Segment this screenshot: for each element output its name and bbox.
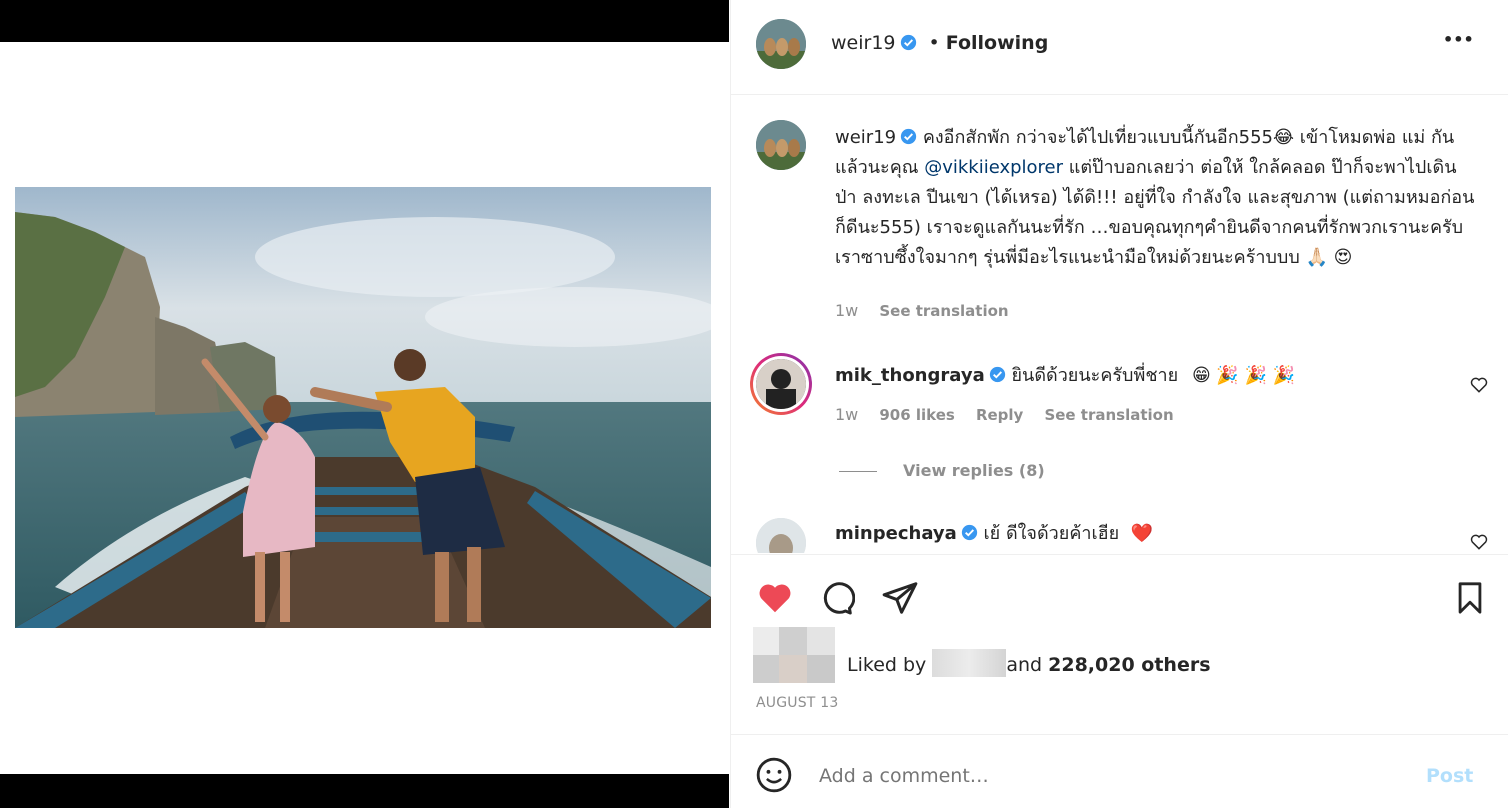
more-icon[interactable]: ••• — [1443, 30, 1474, 49]
replies-line — [839, 471, 877, 472]
and-label: and — [1006, 654, 1043, 676]
comment-username[interactable]: minpechaya — [835, 523, 957, 544]
header-author-line: weir19 • Following — [831, 32, 1048, 54]
comments-scroll-area[interactable]: weir19 คงอีกสักพัก กว่าจะได้ไปเที่ยวแบบน… — [731, 95, 1508, 553]
avatar-image — [756, 120, 806, 170]
heart-outline-icon[interactable] — [1469, 375, 1489, 395]
mention-link[interactable]: @vikkiiexplorer — [924, 157, 1063, 178]
comment-emojis: 😁 🎉 🎉 🎉 — [1191, 365, 1296, 386]
reply-button[interactable]: Reply — [976, 406, 1023, 424]
avatar-image — [756, 518, 806, 553]
author-username[interactable]: weir19 — [831, 32, 896, 54]
comment-1-meta: 1w 906 likes Reply See translation — [835, 405, 1174, 424]
comment-icon[interactable] — [817, 579, 855, 617]
post-header: weir19 • Following ••• — [731, 0, 1508, 95]
comment-text: ยินดีด้วยนะครับพี่ชาย — [1011, 365, 1179, 386]
caption-meta: 1w See translation — [835, 301, 1009, 320]
comment-text: เย้ ดีใจด้วยค้าเฮีย — [983, 523, 1120, 544]
likes-summary: Liked by and 228,020 others — [847, 649, 1211, 677]
verified-icon — [900, 34, 916, 51]
caption-text: weir19 คงอีกสักพัก กว่าจะได้ไปเที่ยวแบบน… — [835, 123, 1475, 273]
verified-icon — [961, 524, 977, 541]
letterbox-top — [0, 0, 729, 42]
caption-time[interactable]: 1w — [835, 301, 858, 320]
post-date[interactable]: AUGUST 13 — [756, 695, 838, 711]
avatar-image — [756, 19, 806, 69]
photo-illustration — [15, 187, 711, 628]
more-label: ••• — [1443, 30, 1474, 49]
caption-body-1: คงอีกสักพัก กว่าจะได้ไปเที่ยวแบบนี้กันอี… — [922, 127, 1273, 148]
story-ring-gap — [753, 356, 809, 412]
verified-icon — [900, 128, 917, 145]
comment-2: minpechaya เย้ ดีใจด้วยค้าเฮีย ❤️ — [835, 521, 1435, 547]
post-button[interactable]: Post — [1426, 765, 1473, 787]
commenter-avatar[interactable] — [756, 518, 806, 553]
letterbox-bottom — [0, 774, 729, 808]
caption-avatar[interactable] — [756, 120, 806, 170]
avatar-image — [756, 359, 806, 409]
comment-time[interactable]: 1w — [835, 405, 858, 424]
share-icon[interactable] — [881, 579, 919, 617]
red-heart-emoji: ❤️ — [1130, 523, 1154, 544]
author-avatar[interactable] — [756, 19, 806, 69]
likes-count[interactable]: 228,020 others — [1048, 654, 1210, 676]
comment-username[interactable]: mik_thongraya — [835, 365, 985, 386]
add-comment-bar: Post — [731, 734, 1508, 809]
laughing-emoji: 😂 — [1273, 127, 1295, 148]
header-separator: • — [928, 32, 940, 54]
comment-likes[interactable]: 906 likes — [879, 406, 955, 424]
emoji-icon[interactable] — [755, 756, 793, 794]
view-replies-button[interactable]: View replies (8) — [903, 461, 1045, 480]
post-photo[interactable] — [15, 187, 711, 628]
heart-filled-icon[interactable] — [755, 579, 795, 617]
story-ring[interactable] — [750, 353, 812, 415]
heart-eyes-emoji: 😍 — [1333, 247, 1353, 268]
post-details-panel: weir19 • Following ••• weir19 คงอีกสักพัก… — [730, 0, 1508, 808]
caption-username[interactable]: weir19 — [835, 127, 896, 148]
comment-1: mik_thongraya ยินดีด้วยนะครับพี่ชาย 😁 🎉 … — [835, 363, 1435, 389]
media-panel — [0, 0, 729, 808]
caption-see-translation[interactable]: See translation — [879, 302, 1008, 320]
comment-input[interactable] — [817, 759, 1381, 793]
following-button[interactable]: Following — [946, 32, 1049, 54]
comment-see-translation[interactable]: See translation — [1044, 406, 1173, 424]
bookmark-icon[interactable] — [1453, 579, 1487, 617]
heart-outline-icon[interactable] — [1469, 532, 1489, 552]
verified-icon — [989, 366, 1005, 383]
pray-emoji: 🙏🏻 — [1305, 247, 1328, 268]
liked-by-label: Liked by — [847, 654, 927, 676]
liker-avatars-blurred — [753, 627, 835, 683]
action-bar: Liked by and 228,020 others AUGUST 13 — [731, 554, 1508, 735]
commenter-avatar — [756, 359, 806, 409]
liker-name-blurred[interactable] — [932, 649, 1007, 677]
